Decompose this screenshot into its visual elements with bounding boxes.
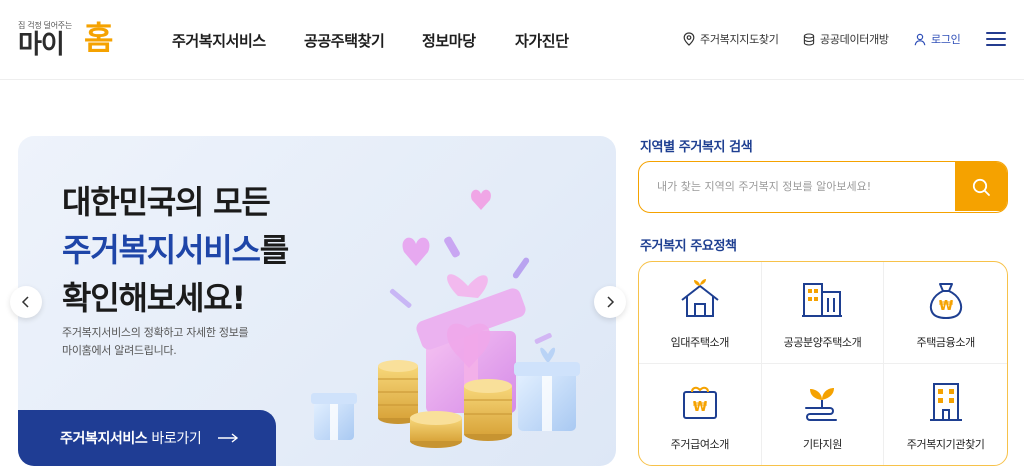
hero-title-highlight: 주거복지서비스 [62, 231, 261, 269]
hero-cta-bold-text: 주거복지서비스 [60, 431, 148, 447]
region-search-box [638, 161, 1008, 213]
util-open-data-link[interactable]: 공공데이터개방 [803, 31, 889, 47]
chevron-left-icon [21, 296, 29, 308]
logo-accent-text: 홈 [84, 19, 114, 57]
policy-item-housing-benefit[interactable]: ₩ 주거급여소개 [639, 363, 762, 465]
gift-coins-illustration [311, 189, 580, 448]
hero-description: 주거복지서비스의 정확하고 자세한 정보를 마이홈에서 알려드립니다. [62, 324, 249, 360]
hero-title: 대한민국의 모든 주거복지서비스를 확인해보세요! [62, 178, 289, 322]
policy-label-housing-finance: 주택금융소개 [916, 336, 975, 349]
util-map-link[interactable]: 주거복지지도찾기 [683, 31, 779, 47]
svg-text:₩: ₩ [938, 299, 953, 314]
policy-item-public-sale-housing[interactable]: 공공분양주택소개 [761, 262, 885, 364]
region-search-input[interactable] [639, 162, 957, 211]
policy-grid: 임대주택소개 공공분양주택소개 ₩ 주택금융소개 ₩ 주거급여소개 기타지원 주… [639, 262, 1007, 465]
nav-item-public-housing-search[interactable]: 공공주택찾기 [304, 30, 385, 51]
hero-title-line-3: 확인해보세요! [62, 279, 246, 317]
policy-label-rental-housing: 임대주택소개 [670, 336, 730, 349]
map-pin-icon [683, 32, 695, 46]
hero-next-button[interactable] [594, 286, 626, 318]
database-icon [803, 32, 815, 46]
util-open-data-label: 공공데이터개방 [820, 33, 889, 46]
search-button[interactable] [955, 162, 1007, 211]
hero-cta-button[interactable]: 주거복지서비스 바로가기 [18, 410, 276, 466]
logo-text: 마이 [18, 30, 65, 60]
nav-item-info-board[interactable]: 정보마당 [422, 30, 476, 51]
user-icon [914, 33, 926, 45]
hero-title-line-2: 주거복지서비스를 [62, 226, 289, 274]
policy-label-public-sale-housing: 공공분양주택소개 [783, 336, 862, 349]
nav-item-self-diagnosis[interactable]: 자가진단 [515, 30, 569, 51]
hero-prev-button[interactable] [10, 286, 42, 318]
wallet-won-icon: ₩ [682, 386, 717, 419]
hero-cta-text: 바로가기 [151, 431, 202, 447]
key-policies-panel: 임대주택소개 공공분양주택소개 ₩ 주택금융소개 ₩ 주거급여소개 기타지원 주… [638, 261, 1008, 466]
hero-title-suffix: 를 [259, 231, 289, 269]
office-building-icon [929, 382, 962, 421]
sprout-support-icon [805, 387, 838, 421]
key-policies-title: 주거복지 주요정책 [640, 239, 737, 254]
util-map-label: 주거복지지도찾기 [700, 33, 779, 46]
hero-description-line-2: 마이홈에서 알려드립니다. [62, 344, 177, 357]
money-bag-won-icon: ₩ [929, 283, 962, 320]
policy-item-rental-housing[interactable]: 임대주택소개 [639, 262, 762, 364]
apartment-buildings-icon [802, 283, 843, 317]
svg-text:₩: ₩ [693, 400, 708, 415]
nav-item-housing-welfare-service[interactable]: 주거복지서비스 [172, 30, 266, 51]
region-search-title: 지역별 주거복지 검색 [640, 140, 753, 155]
policy-item-other-support[interactable]: 기타지원 [762, 363, 885, 465]
hero-banner: 대한민국의 모든 주거복지서비스를 확인해보세요! 주거복지서비스의 정확하고 … [18, 136, 616, 466]
menu-hamburger-icon[interactable] [986, 31, 1006, 47]
search-icon [972, 178, 990, 196]
login-button[interactable]: 로그인 [914, 31, 961, 47]
policy-item-welfare-agency-finder[interactable]: 주거복지기관찾기 [884, 364, 1007, 466]
policy-label-welfare-agency-finder: 주거복지기관찾기 [906, 437, 985, 451]
policy-item-housing-finance[interactable]: ₩ 주택금융소개 [884, 262, 1007, 364]
policy-label-housing-benefit: 주거급여소개 [670, 437, 730, 451]
arrow-right-icon [218, 433, 239, 443]
hero-title-line-1: 대한민국의 모든 [62, 183, 271, 221]
hero-description-line-1: 주거복지서비스의 정확하고 자세한 정보를 [62, 326, 249, 339]
policy-label-other-support: 기타지원 [803, 437, 842, 451]
house-sprout-icon [681, 279, 719, 317]
site-logo[interactable]: 집 걱정 덜어주는 마이 홈 [18, 19, 118, 62]
chevron-right-icon [607, 296, 615, 308]
login-label: 로그인 [931, 33, 961, 46]
site-header: 집 걱정 덜어주는 마이 홈 주거복지서비스 공공주택찾기 정보마당 자가진단 … [0, 0, 1024, 80]
